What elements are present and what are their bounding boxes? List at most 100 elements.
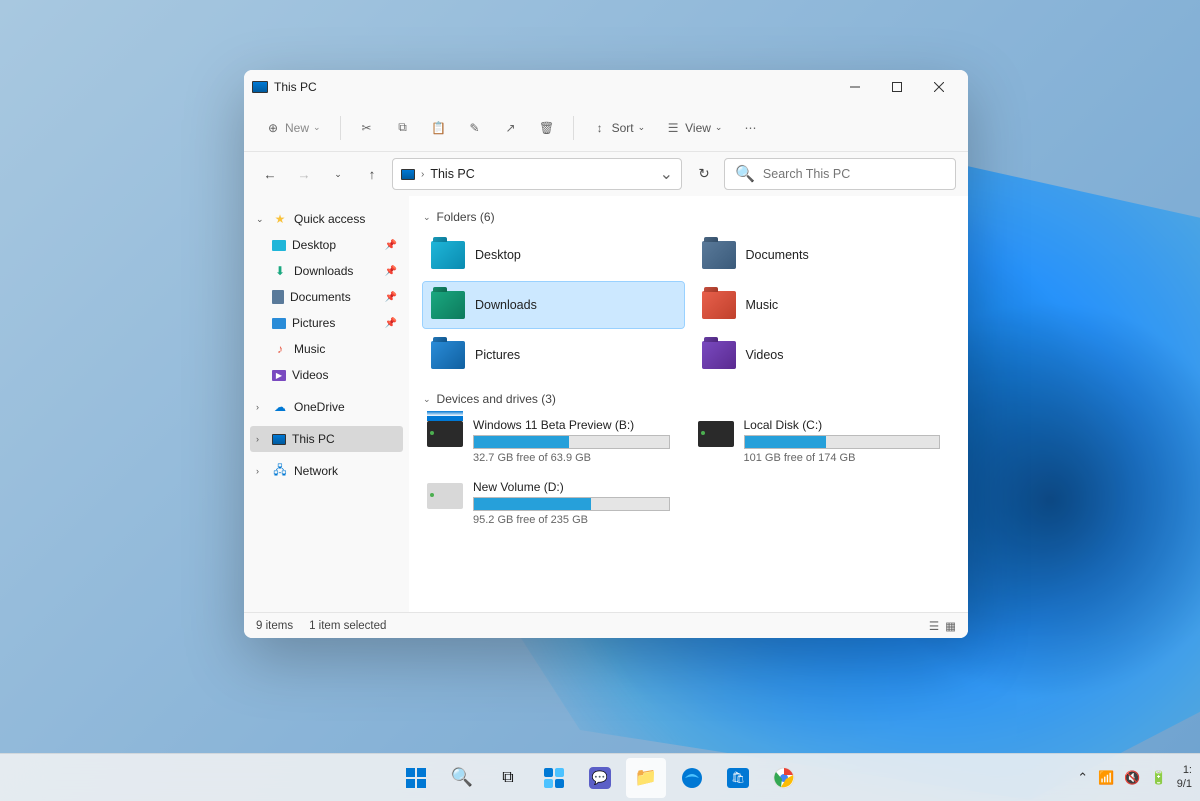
maximize-button[interactable] (876, 72, 918, 102)
paste-button[interactable]: 📋 (423, 112, 455, 144)
copy-button[interactable]: ⧉ (387, 112, 419, 144)
view-button[interactable]: ☰ View ⌄ (657, 112, 730, 144)
statusbar: 9 items 1 item selected ☰ ▦ (244, 612, 968, 638)
sidebar-item-label: Documents (290, 290, 351, 304)
chevron-right-icon: › (256, 402, 266, 412)
delete-button[interactable]: 🗑 (531, 112, 563, 144)
file-explorer-button[interactable]: 📁 (626, 758, 666, 798)
widgets-button[interactable] (534, 758, 574, 798)
sidebar-item-music[interactable]: ♪ Music (250, 336, 403, 362)
minimize-button[interactable] (834, 72, 876, 102)
back-button[interactable]: ← (256, 160, 284, 188)
drive-name: Local Disk (C:) (744, 418, 941, 432)
sidebar-item-videos[interactable]: ▶ Videos (250, 362, 403, 388)
drive-icon (698, 421, 734, 447)
status-selected: 1 item selected (309, 620, 386, 632)
sidebar-item-pictures[interactable]: Pictures 📌 (250, 310, 403, 336)
sidebar: ⌄ ★ Quick access Desktop 📌 ⬇ Downloads 📌… (244, 196, 409, 612)
sidebar-item-label: Music (294, 342, 325, 356)
folder-desktop[interactable]: Desktop (423, 232, 684, 278)
sort-icon: ↕ (592, 120, 608, 136)
sidebar-item-onedrive[interactable]: › ☁ OneDrive (250, 394, 403, 420)
cloud-icon: ☁ (272, 400, 288, 414)
chrome-button[interactable] (764, 758, 804, 798)
folder-documents[interactable]: Documents (694, 232, 955, 278)
start-button[interactable] (396, 758, 436, 798)
drives-section-header[interactable]: ⌄ Devices and drives (3) (423, 392, 954, 406)
cut-button[interactable]: ✂ (351, 112, 383, 144)
rename-icon: ✎ (467, 120, 483, 136)
folder-downloads[interactable]: Downloads (423, 282, 684, 328)
search-bar[interactable]: 🔍 (724, 158, 956, 190)
volume-icon[interactable]: 🔇 (1124, 770, 1140, 786)
search-input[interactable] (763, 167, 945, 181)
search-icon: 🔍 (735, 164, 755, 184)
details-view-button[interactable]: ☰ (929, 619, 939, 633)
sidebar-item-quick-access[interactable]: ⌄ ★ Quick access (250, 206, 403, 232)
up-button[interactable]: ↑ (358, 160, 386, 188)
forward-button[interactable]: → (290, 160, 318, 188)
folders-section-header[interactable]: ⌄ Folders (6) (423, 210, 954, 224)
teams-button[interactable]: 💬 (580, 758, 620, 798)
folder-pictures[interactable]: Pictures (423, 332, 684, 378)
wifi-icon[interactable]: 📶 (1098, 770, 1114, 786)
folder-label: Documents (746, 248, 809, 262)
task-view-button[interactable]: ⧉ (488, 758, 528, 798)
folder-icon (702, 291, 736, 319)
sidebar-item-downloads[interactable]: ⬇ Downloads 📌 (250, 258, 403, 284)
folder-icon: 📁 (634, 766, 658, 790)
maximize-icon (892, 82, 902, 92)
sidebar-item-network[interactable]: › 🖧 Network (250, 458, 403, 484)
drive-free-text: 95.2 GB free of 235 GB (473, 514, 670, 526)
folder-icon (431, 241, 465, 269)
folder-music[interactable]: Music (694, 282, 955, 328)
drive-b[interactable]: Windows 11 Beta Preview (B:) 32.7 GB fre… (423, 414, 684, 468)
sidebar-item-documents[interactable]: Documents 📌 (250, 284, 403, 310)
folder-icon (431, 291, 465, 319)
store-button[interactable]: 🛍 (718, 758, 758, 798)
chrome-icon (772, 766, 796, 790)
sidebar-item-this-pc[interactable]: › This PC (250, 426, 403, 452)
breadcrumb[interactable]: This PC (430, 167, 474, 181)
drive-usage-bar (744, 435, 941, 449)
drive-d[interactable]: New Volume (D:) 95.2 GB free of 235 GB (423, 476, 684, 530)
chat-icon: 💬 (589, 767, 611, 789)
file-explorer-window: This PC ⊕ New ⌄ ✂ ⧉ 📋 ✎ ↗ 🗑 ↕ (244, 70, 968, 638)
folder-videos[interactable]: Videos (694, 332, 955, 378)
address-bar[interactable]: › This PC ⌄ (392, 158, 682, 190)
body: ⌄ ★ Quick access Desktop 📌 ⬇ Downloads 📌… (244, 196, 968, 612)
share-button[interactable]: ↗ (495, 112, 527, 144)
sidebar-item-desktop[interactable]: Desktop 📌 (250, 232, 403, 258)
edge-button[interactable] (672, 758, 712, 798)
main-content: ⌄ Folders (6) Desktop Documents Download… (409, 196, 968, 612)
sidebar-item-label: Downloads (294, 264, 353, 278)
more-button[interactable]: ⋯ (734, 112, 766, 144)
pictures-icon (272, 318, 286, 329)
drive-free-text: 32.7 GB free of 63.9 GB (473, 452, 670, 464)
close-button[interactable] (918, 72, 960, 102)
tray-chevron-icon[interactable]: ⌃ (1077, 770, 1088, 786)
battery-icon[interactable]: 🔋 (1151, 770, 1167, 786)
clock[interactable]: 1: 9/1 (1177, 764, 1192, 790)
system-tray: ⌃ 📶 🔇 🔋 1: 9/1 (1077, 764, 1192, 790)
thumbnails-view-button[interactable]: ▦ (945, 619, 956, 633)
folder-label: Pictures (475, 348, 520, 362)
recent-button[interactable]: ⌄ (324, 160, 352, 188)
sort-button[interactable]: ↕ Sort ⌄ (584, 112, 654, 144)
new-button[interactable]: ⊕ New ⌄ (256, 112, 330, 144)
refresh-button[interactable]: ↻ (690, 160, 718, 188)
cut-icon: ✂ (359, 120, 375, 136)
rename-button[interactable]: ✎ (459, 112, 491, 144)
drives-grid: Windows 11 Beta Preview (B:) 32.7 GB fre… (423, 414, 954, 530)
chevron-down-icon[interactable]: ⌄ (660, 164, 673, 184)
search-button[interactable]: 🔍 (442, 758, 482, 798)
widgets-icon (542, 766, 566, 790)
paste-icon: 📋 (431, 120, 447, 136)
pin-icon: 📌 (385, 240, 397, 251)
sidebar-item-label: OneDrive (294, 400, 345, 414)
edge-icon (680, 766, 704, 790)
titlebar[interactable]: This PC (244, 70, 968, 104)
folder-icon (702, 241, 736, 269)
drive-c[interactable]: Local Disk (C:) 101 GB free of 174 GB (694, 414, 955, 468)
plus-icon: ⊕ (265, 120, 281, 136)
